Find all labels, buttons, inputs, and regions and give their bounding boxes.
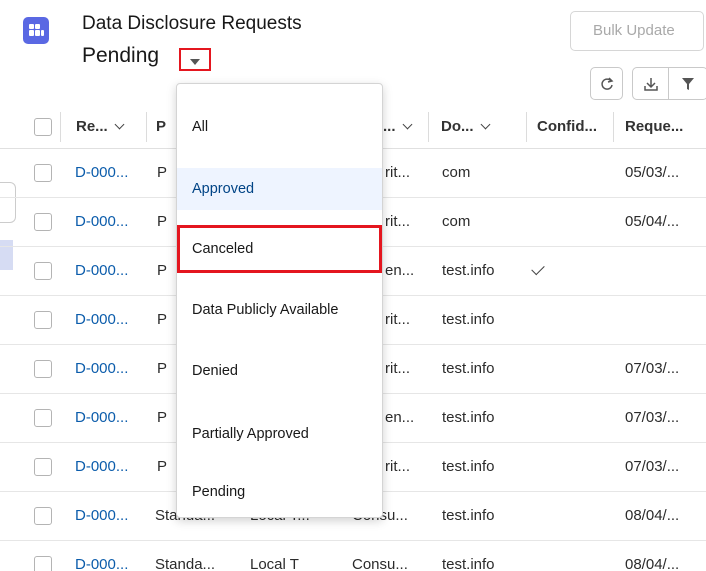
row-checkbox[interactable]	[34, 556, 52, 571]
row-checkbox[interactable]	[34, 507, 52, 525]
row-cell-date: 07/03/...	[625, 360, 680, 377]
row-cell: Local T	[250, 556, 299, 571]
row-cell-domain: test.info	[442, 311, 495, 328]
row-checkbox[interactable]	[34, 213, 52, 231]
refresh-icon	[600, 76, 613, 90]
row-cell: en...	[385, 409, 415, 426]
row-cell-domain: test.info	[442, 556, 495, 571]
dropdown-option-canceled[interactable]: Canceled	[177, 225, 382, 273]
row-cell-date: 07/03/...	[625, 409, 680, 426]
row-cell-date: 05/03/...	[625, 164, 680, 181]
row-checkbox[interactable]	[34, 262, 52, 280]
list-view-dropdown-menu: All Approved Canceled Data Publicly Avai…	[176, 83, 383, 518]
row-cell-date: 07/03/...	[625, 458, 680, 475]
row-checkbox[interactable]	[34, 409, 52, 427]
row-cell-domain: test.info	[442, 409, 495, 426]
request-id-link[interactable]: D-000...	[75, 443, 128, 491]
row-cell: rit...	[385, 360, 410, 377]
column-divider	[60, 112, 61, 142]
row-cell-date: 08/04/...	[625, 556, 680, 571]
row-cell: P	[157, 213, 168, 230]
download-icon	[643, 77, 658, 91]
request-id-link[interactable]: D-000...	[75, 198, 128, 246]
select-all-checkbox[interactable]	[34, 118, 52, 136]
row-cell: P	[157, 262, 168, 279]
chevron-down-icon	[402, 119, 412, 130]
column-divider	[613, 112, 614, 142]
row-cell: P	[157, 164, 168, 181]
table-row[interactable]: D-000... Standa... Local T Consu... test…	[0, 541, 706, 571]
request-id-link[interactable]: D-000...	[75, 394, 128, 442]
row-checkbox[interactable]	[34, 458, 52, 476]
row-cell: P	[157, 409, 168, 426]
row-cell: P	[157, 458, 168, 475]
column-header-requested[interactable]: Reque...	[625, 104, 683, 149]
row-cell: P	[157, 311, 168, 328]
request-id-link[interactable]: D-000...	[75, 541, 128, 571]
request-id-link[interactable]: D-000...	[75, 345, 128, 393]
row-cell: Standa...	[155, 556, 216, 571]
row-cell: rit...	[385, 458, 410, 475]
row-cell-domain: com	[442, 213, 471, 230]
dropdown-option-partially-approved[interactable]: Partially Approved	[177, 413, 382, 455]
chevron-down-icon	[114, 119, 125, 130]
row-checkbox[interactable]	[34, 164, 52, 182]
row-cell-date: 08/04/...	[625, 507, 680, 524]
dropdown-option-all[interactable]: All	[177, 106, 382, 148]
column-header-request[interactable]: Re...	[76, 104, 125, 149]
row-cell-domain: test.info	[442, 458, 495, 475]
download-button[interactable]	[632, 67, 669, 100]
column-divider	[146, 112, 147, 142]
dropdown-option-denied[interactable]: Denied	[177, 350, 382, 392]
request-id-link[interactable]: D-000...	[75, 296, 128, 344]
row-checkbox[interactable]	[34, 311, 52, 329]
row-cell-domain: com	[442, 164, 471, 181]
filter-icon	[682, 77, 694, 90]
chevron-down-icon	[480, 119, 490, 130]
column-divider	[428, 112, 429, 142]
row-checkbox[interactable]	[34, 360, 52, 378]
row-cell: rit...	[385, 164, 410, 181]
list-view-dropdown-button[interactable]	[179, 48, 211, 71]
row-cell: P	[157, 360, 168, 377]
app-icon	[23, 17, 49, 44]
chevron-down-icon	[190, 59, 200, 65]
request-id-link[interactable]: D-000...	[75, 247, 128, 295]
row-cell-domain: test.info	[442, 360, 495, 377]
row-cell-domain: test.info	[442, 507, 495, 524]
column-divider	[526, 112, 527, 142]
bulk-update-button[interactable]: Bulk Update	[570, 11, 704, 51]
request-id-link[interactable]: D-000...	[75, 492, 128, 540]
column-header-confidential[interactable]: Confid...	[537, 104, 597, 149]
list-view-name[interactable]: Pending	[82, 44, 159, 68]
row-cell: rit...	[385, 311, 410, 328]
column-header-2[interactable]: P	[156, 104, 166, 149]
row-cell: rit...	[385, 213, 410, 230]
request-id-link[interactable]: D-000...	[75, 149, 128, 197]
checkmark-icon	[531, 261, 545, 276]
dropdown-option-data-publicly-available[interactable]: Data Publicly Available	[177, 289, 382, 331]
column-header-3[interactable]: ...	[383, 104, 412, 149]
row-cell: Consu...	[352, 556, 408, 571]
column-header-domain[interactable]: Do...	[441, 104, 490, 149]
filter-button[interactable]	[668, 67, 706, 100]
refresh-button[interactable]	[590, 67, 623, 100]
row-cell-domain: test.info	[442, 262, 495, 279]
dropdown-option-pending[interactable]: Pending	[177, 471, 382, 513]
row-cell: en...	[385, 262, 415, 279]
row-cell-date: 05/04/...	[625, 213, 680, 230]
dropdown-option-approved[interactable]: Approved	[177, 168, 382, 210]
page-title: Data Disclosure Requests	[82, 13, 302, 34]
